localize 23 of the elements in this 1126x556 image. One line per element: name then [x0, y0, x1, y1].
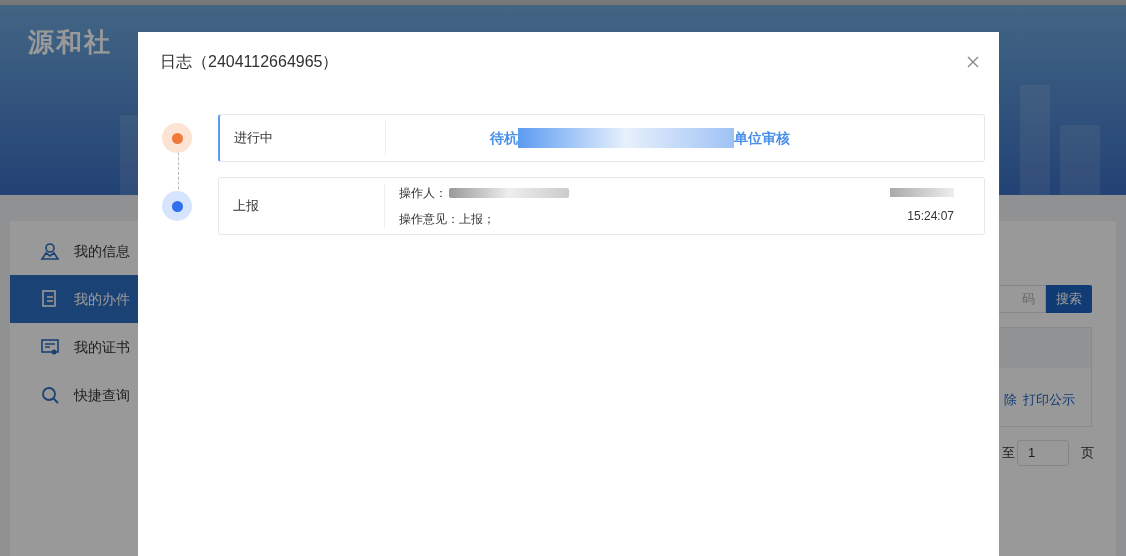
- close-icon[interactable]: [967, 56, 979, 68]
- certificate-icon: [40, 337, 60, 357]
- pagination-label: 页: [1081, 444, 1094, 463]
- status-message: 待杭: [490, 128, 518, 148]
- page-input[interactable]: 1: [1017, 440, 1069, 466]
- action-link[interactable]: 除: [1004, 390, 1017, 410]
- dialog-title: 日志（2404112664965）: [160, 52, 339, 72]
- person-icon: [40, 241, 60, 261]
- status-label: 进行中: [234, 129, 273, 148]
- sidebar-item[interactable]: 我的信息: [10, 227, 190, 275]
- search-icon: [40, 385, 60, 405]
- time-text: 15:24:07: [907, 207, 954, 225]
- action-link[interactable]: 打印公示: [1023, 390, 1075, 410]
- search-button[interactable]: 搜索: [1046, 285, 1092, 313]
- sidebar-item[interactable]: 我的证书: [10, 323, 190, 371]
- operator-label: 操作人：: [399, 185, 447, 202]
- status-label: 上报: [233, 197, 259, 216]
- opinion-text: 操作意见：上报；: [399, 211, 496, 228]
- banner-title: 源和社: [28, 26, 112, 59]
- pagination-label: 至: [1002, 444, 1015, 463]
- status-message: 单位审核: [734, 128, 790, 148]
- sidebar-item[interactable]: 快捷查询: [10, 371, 190, 419]
- redacted-block: [890, 187, 954, 197]
